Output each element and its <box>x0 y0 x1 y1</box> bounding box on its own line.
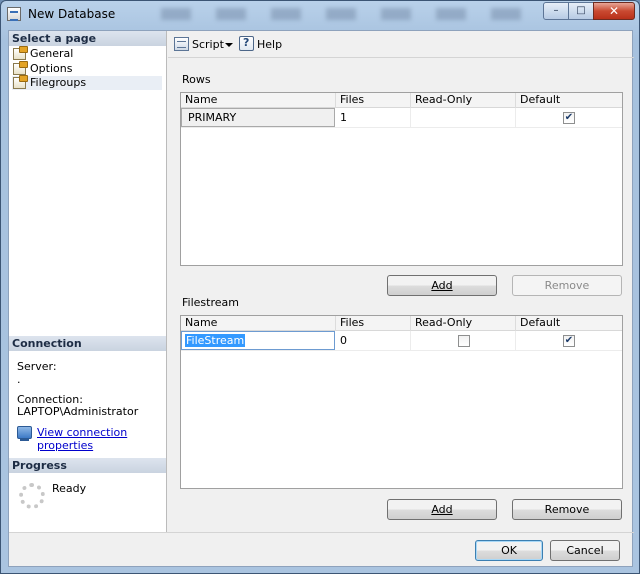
left-pane: Select a page General Options Filegroups… <box>9 31 167 532</box>
script-button[interactable]: Script <box>192 37 224 53</box>
connection-value: LAPTOP\Administrator <box>17 405 139 418</box>
minimize-button[interactable]: – <box>543 2 569 20</box>
rows-remove-label: Remove <box>544 279 590 292</box>
server-value: . <box>17 373 21 386</box>
column-header-default[interactable]: Default <box>516 316 622 331</box>
page-general[interactable]: General <box>12 46 162 61</box>
progress-header: Progress <box>9 458 166 473</box>
ok-button[interactable]: OK <box>475 540 543 561</box>
connection-properties-icon <box>17 426 32 441</box>
column-header-files[interactable]: Files <box>336 316 411 331</box>
toolbar-separator <box>168 57 634 58</box>
connection-header: Connection <box>9 336 166 351</box>
row-read-only-cell[interactable] <box>411 108 516 127</box>
rows-remove-button[interactable]: Remove <box>512 275 622 296</box>
default-checkbox[interactable]: ✔ <box>563 335 575 347</box>
row-default-cell[interactable]: ✔ <box>516 108 622 127</box>
page-icon <box>13 75 28 89</box>
script-icon[interactable] <box>174 37 189 51</box>
rows-add-button[interactable]: Add <box>387 275 497 296</box>
page-options-label: Options <box>30 62 73 75</box>
page-icon <box>13 46 28 60</box>
window-title: New Database <box>28 7 116 21</box>
page-icon <box>13 61 28 75</box>
table-row: PRIMARY 1 ✔ <box>181 108 622 128</box>
read-only-checkbox[interactable] <box>458 335 470 347</box>
filestream-name-value: FileStream <box>185 334 246 347</box>
server-label: Server: <box>17 360 57 373</box>
row-name-cell[interactable]: PRIMARY <box>181 108 335 127</box>
database-icon <box>7 7 21 21</box>
filestream-name-input[interactable]: FileStream <box>181 331 335 350</box>
page-filegroups[interactable]: Filegroups <box>12 75 162 90</box>
column-header-files[interactable]: Files <box>336 93 411 108</box>
progress-spinner-icon <box>19 483 45 509</box>
close-button[interactable]: ✕ <box>593 2 635 20</box>
column-header-read-only[interactable]: Read-Only <box>411 316 516 331</box>
rows-grid-header: Name Files Read-Only Default <box>181 93 622 108</box>
progress-status: Ready <box>52 482 87 495</box>
page-options[interactable]: Options <box>12 61 162 76</box>
rows-grid: Name Files Read-Only Default PRIMARY 1 ✔ <box>180 92 623 266</box>
filestream-label: Filestream <box>182 296 239 309</box>
filestream-add-button[interactable]: Add <box>387 499 497 520</box>
row-default-cell[interactable]: ✔ <box>516 331 622 350</box>
column-header-name[interactable]: Name <box>181 93 336 108</box>
left-footer-separator <box>9 532 168 533</box>
table-row: FileStream 0 ✔ <box>181 331 622 351</box>
row-files-cell[interactable]: 1 <box>336 108 411 127</box>
filestream-grid-header: Name Files Read-Only Default <box>181 316 622 331</box>
rows-add-label: Add <box>431 279 453 292</box>
filestream-grid: Name Files Read-Only Default FileStream … <box>180 315 623 489</box>
page-general-label: General <box>30 47 74 60</box>
filestream-remove-label: Remove <box>544 503 590 516</box>
view-connection-properties-link[interactable]: View connection properties <box>37 426 166 452</box>
dialog-window: New Database – □ ✕ Select a page General… <box>0 0 640 574</box>
default-checkbox[interactable]: ✔ <box>563 112 575 124</box>
dialog-client-area: Select a page General Options Filegroups… <box>8 30 634 567</box>
footer-separator <box>168 532 634 533</box>
column-header-read-only[interactable]: Read-Only <box>411 93 516 108</box>
rows-label: Rows <box>182 73 211 86</box>
maximize-button[interactable]: □ <box>568 2 594 20</box>
filestream-remove-button[interactable]: Remove <box>512 499 622 520</box>
filestream-add-label: Add <box>431 503 453 516</box>
page-filegroups-label: Filegroups <box>30 76 87 89</box>
help-icon[interactable] <box>239 36 254 51</box>
script-dropdown-arrow-icon[interactable] <box>225 43 233 47</box>
select-page-header: Select a page <box>9 31 166 46</box>
column-header-default[interactable]: Default <box>516 93 622 108</box>
help-button[interactable]: Help <box>257 37 282 53</box>
row-read-only-cell[interactable] <box>411 331 516 350</box>
row-files-cell[interactable]: 0 <box>336 331 411 350</box>
blurred-background <box>161 8 521 20</box>
cancel-button[interactable]: Cancel <box>550 540 620 561</box>
column-header-name[interactable]: Name <box>181 316 336 331</box>
title-bar: New Database – □ ✕ <box>1 1 639 27</box>
